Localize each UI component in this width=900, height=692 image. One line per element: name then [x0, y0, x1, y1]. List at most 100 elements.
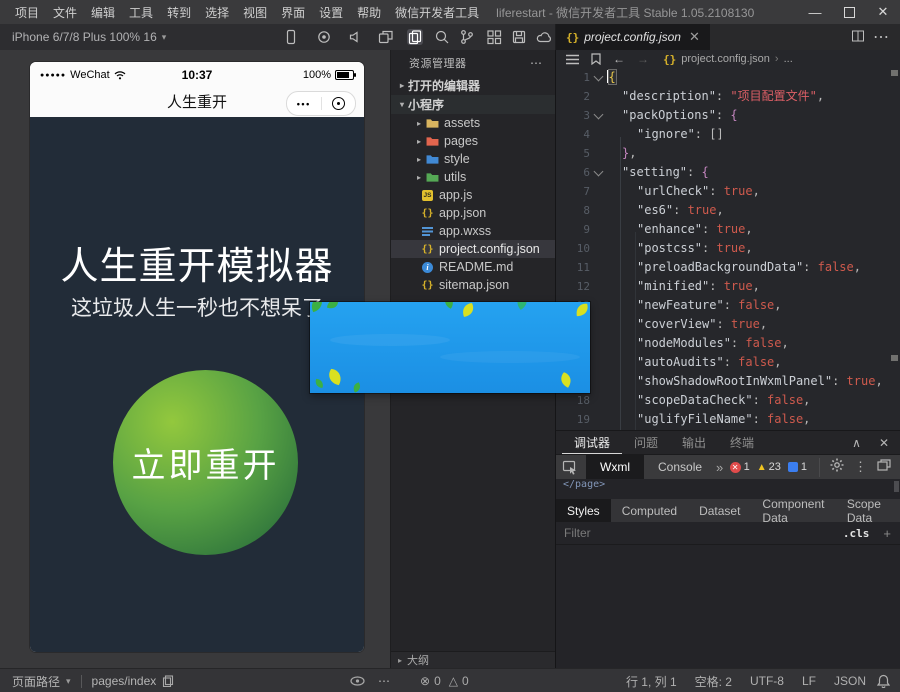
capsule-menu[interactable]: •••: [286, 91, 356, 116]
restart-life-button[interactable]: 立即重开: [113, 370, 298, 555]
device-selector[interactable]: iPhone 6/7/8 Plus 100% 16 ▾: [12, 24, 166, 50]
fold-icon[interactable]: [590, 163, 607, 182]
code-line-18[interactable]: 18"scopeDataCheck": false,: [556, 391, 900, 410]
file-item-sitemap.json[interactable]: {}sitemap.json: [391, 276, 556, 294]
filter-input[interactable]: Filter: [564, 526, 843, 540]
inspector-tab-3[interactable]: Dataset: [688, 499, 751, 522]
element-tag[interactable]: </page>: [563, 479, 605, 490]
menu-item[interactable]: 转到: [160, 4, 198, 21]
close-miniapp-icon[interactable]: [322, 97, 356, 110]
grid-icon[interactable]: [486, 29, 502, 45]
file-item-project.config.json[interactable]: {}project.config.json: [391, 240, 556, 258]
forward-icon[interactable]: →: [637, 52, 649, 66]
page-path-value[interactable]: pages/index: [92, 674, 157, 688]
inspector-tab-5[interactable]: Scope Data: [836, 499, 900, 522]
file-item-utils[interactable]: ▸utils: [391, 168, 556, 186]
file-item-app.wxss[interactable]: app.wxss: [391, 222, 556, 240]
tab-console[interactable]: Console: [644, 460, 716, 474]
file-item-assets[interactable]: ▸assets: [391, 114, 556, 132]
split-editor-icon[interactable]: [851, 29, 865, 48]
file-item-README.md[interactable]: iREADME.md: [391, 258, 556, 276]
file-item-app.js[interactable]: JSapp.js: [391, 186, 556, 204]
statusbar-more-icon[interactable]: ⋯: [378, 674, 390, 688]
error-badge[interactable]: ✕1: [730, 461, 750, 473]
debugger-tab-3[interactable]: 输出: [670, 431, 718, 454]
fold-icon[interactable]: [590, 68, 607, 87]
code-line-9[interactable]: 9"enhance": true,: [556, 220, 900, 239]
eye-icon[interactable]: [350, 676, 365, 686]
problem-counts[interactable]: ⊗ 0 △ 0: [420, 674, 469, 688]
explorer-section-小程序[interactable]: ▾小程序: [391, 95, 556, 114]
code-line-4[interactable]: 4"ignore": []: [556, 125, 900, 144]
save-icon[interactable]: [511, 29, 527, 45]
info-badge[interactable]: 1: [788, 461, 807, 473]
code-area[interactable]: 1{2"description": "项目配置文件",3"packOptions…: [556, 68, 900, 429]
toggle-class-button[interactable]: .cls: [843, 527, 870, 540]
warning-badge[interactable]: ▲23: [757, 461, 781, 473]
close-button[interactable]: ✕: [866, 0, 900, 24]
menu-item[interactable]: 帮助: [350, 4, 388, 21]
fold-icon[interactable]: [590, 106, 607, 125]
code-line-1[interactable]: 1{: [556, 68, 900, 87]
file-item-pages[interactable]: ▸pages: [391, 132, 556, 150]
mute-icon[interactable]: [347, 29, 363, 45]
code-line-19[interactable]: 19"uglifyFileName": false,: [556, 410, 900, 429]
menu-item[interactable]: 设置: [312, 4, 350, 21]
statusbar-item[interactable]: 空格: 2: [695, 673, 732, 690]
windows-cascade-icon[interactable]: [378, 29, 394, 45]
code-line-16[interactable]: 16"autoAudits": false,: [556, 353, 900, 372]
menu-item[interactable]: 界面: [274, 4, 312, 21]
phone-icon[interactable]: [283, 29, 299, 45]
compile-icon[interactable]: [316, 29, 332, 45]
outline-section[interactable]: ▸ 大纲: [391, 651, 556, 668]
menu-item[interactable]: 视图: [236, 4, 274, 21]
code-line-10[interactable]: 10"postcss": true,: [556, 239, 900, 258]
cloud-icon[interactable]: [536, 29, 552, 45]
bookmark-icon[interactable]: [591, 53, 601, 65]
code-line-17[interactable]: 17"showShadowRootInWxmlPanel": true,: [556, 372, 900, 391]
scrollbar[interactable]: [894, 481, 899, 492]
more-menu-icon[interactable]: •••: [287, 99, 321, 109]
kebab-menu-icon[interactable]: ⋮: [854, 459, 867, 475]
notifications-bell-icon[interactable]: [877, 674, 890, 688]
menu-item[interactable]: 选择: [198, 4, 236, 21]
menu-item[interactable]: 工具: [122, 4, 160, 21]
back-icon[interactable]: ←: [613, 52, 625, 66]
debugger-tab-4[interactable]: 终端: [718, 431, 766, 454]
inspect-element-icon[interactable]: [562, 460, 578, 475]
explorer-section-打开的编辑器[interactable]: ▸打开的编辑器: [391, 76, 556, 95]
code-line-14[interactable]: 14"coverView": true,: [556, 315, 900, 334]
file-item-app.json[interactable]: {}app.json: [391, 204, 556, 222]
code-line-3[interactable]: 3"packOptions": {: [556, 106, 900, 125]
menu-item[interactable]: 文件: [46, 4, 84, 21]
breadcrumb-more[interactable]: ...: [784, 53, 793, 65]
pages-copy-icon[interactable]: [407, 29, 423, 45]
statusbar-item[interactable]: 行 1, 列 1: [626, 673, 677, 690]
menu-item[interactable]: 编辑: [84, 4, 122, 21]
file-item-style[interactable]: ▸style: [391, 150, 556, 168]
collapse-panel-icon[interactable]: ∧: [852, 436, 861, 450]
minimize-button[interactable]: —: [798, 0, 832, 24]
tab-wxml[interactable]: Wxml: [586, 455, 644, 479]
copy-path-icon[interactable]: [162, 675, 174, 687]
code-line-11[interactable]: 11"preloadBackgroundData": false,: [556, 258, 900, 277]
breadcrumb-file[interactable]: project.config.json: [681, 53, 770, 65]
tab-close-icon[interactable]: ✕: [689, 29, 700, 45]
popout-icon[interactable]: [877, 458, 891, 476]
search-icon[interactable]: [434, 29, 450, 45]
inspector-tab-2[interactable]: Computed: [611, 499, 688, 522]
settings-gear-icon[interactable]: [830, 458, 844, 477]
statusbar-item[interactable]: UTF-8: [750, 674, 784, 688]
code-line-5[interactable]: 5},: [556, 144, 900, 163]
close-panel-icon[interactable]: ✕: [879, 436, 889, 450]
statusbar-item[interactable]: LF: [802, 674, 816, 688]
code-line-2[interactable]: 2"description": "项目配置文件",: [556, 87, 900, 106]
code-line-8[interactable]: 8"es6": true,: [556, 201, 900, 220]
debugger-tab-1[interactable]: 调试器: [562, 431, 622, 454]
add-style-icon[interactable]: +: [883, 526, 891, 541]
code-line-6[interactable]: 6"setting": {: [556, 163, 900, 182]
more-tabs-icon[interactable]: »: [716, 460, 723, 475]
menu-item[interactable]: 项目: [8, 4, 46, 21]
code-line-15[interactable]: 15"nodeModules": false,: [556, 334, 900, 353]
maximize-button[interactable]: [832, 0, 866, 24]
